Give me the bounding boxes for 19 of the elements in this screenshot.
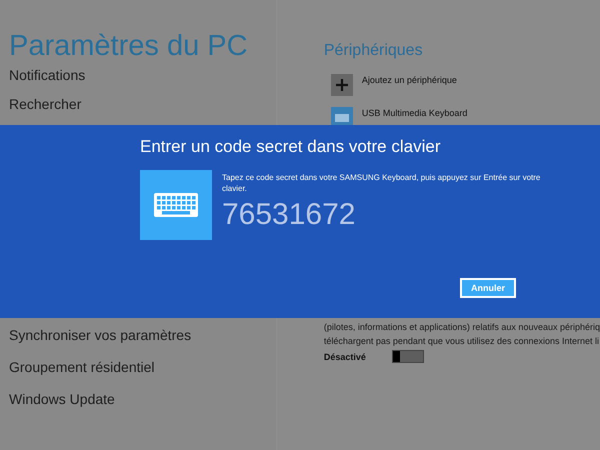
menu-item[interactable]: Rechercher — [9, 96, 276, 113]
device-name[interactable]: Ajoutez un périphérique — [362, 75, 457, 85]
device-name[interactable]: USB Multimedia Keyboard — [362, 108, 468, 118]
menu-item[interactable]: Groupement résidentiel — [9, 359, 276, 376]
description-text: téléchargent pas pendant que vous utilisez des connexions Internet li — [324, 335, 600, 348]
dialog-title: Entrer un code secret dans votre clavier — [140, 137, 442, 157]
passcode: 76531672 — [222, 198, 356, 232]
page-title: Paramètres du PC — [9, 30, 249, 63]
toggle-label: Désactivé — [324, 352, 366, 362]
menu-item[interactable]: Synchroniser vos paramètres — [9, 327, 276, 344]
plus-icon[interactable] — [330, 74, 353, 96]
dialog-message: Tapez ce code secret dans votre SAMSUNG Keyboard, puis appuyez sur Entrée sur votre clavier. — [222, 172, 542, 194]
keyboard-icon — [140, 170, 212, 240]
section-heading: Périphériques — [324, 42, 424, 60]
cancel-button[interactable]: Annuler — [460, 278, 516, 298]
menu-item[interactable]: Windows Update — [9, 391, 276, 408]
toggle-switch[interactable] — [392, 350, 424, 363]
description-text: (pilotes, informations et applications) relatifs aux nouveaux périphériq — [324, 321, 600, 334]
menu-item[interactable]: Notifications — [9, 67, 276, 84]
